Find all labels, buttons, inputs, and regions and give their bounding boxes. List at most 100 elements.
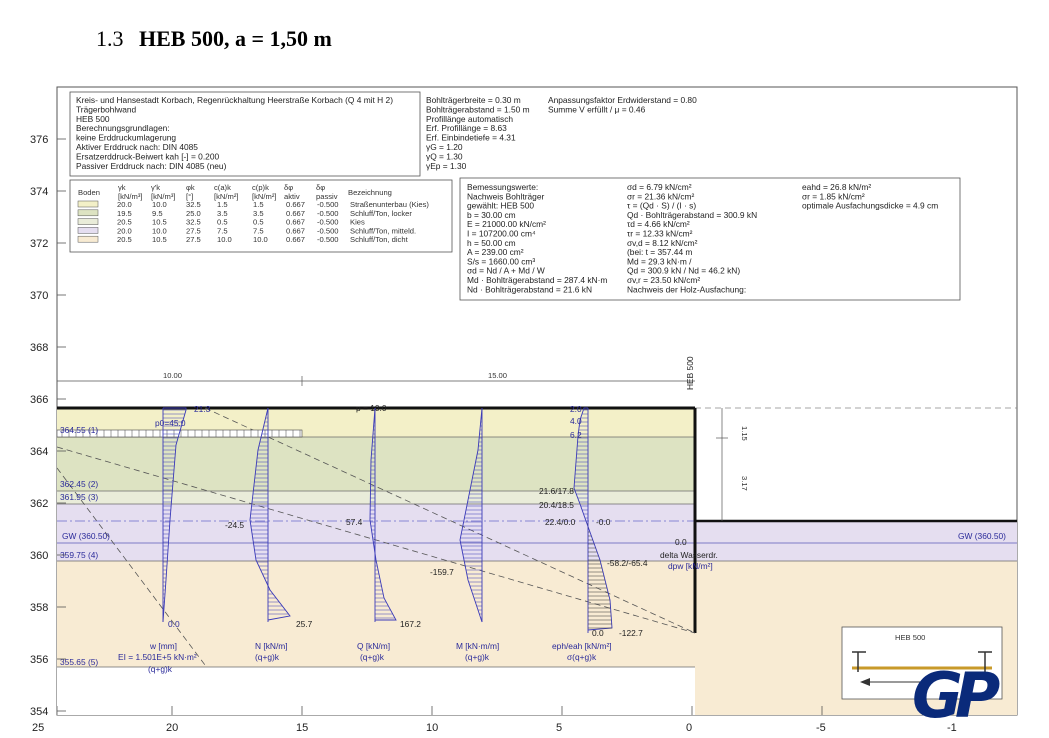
soil-color-swatch	[77, 209, 99, 217]
soil-header: δφ	[284, 183, 293, 192]
info-mid-line: γEp = 1.30	[426, 161, 467, 171]
e-value-2: 4.0	[570, 416, 582, 426]
caption-q: Q [kN/m]	[357, 641, 390, 651]
soil-cell: Schluff/Ton, mitteld.	[350, 226, 416, 235]
soil-cell: 19.5	[117, 209, 132, 218]
e-value-8: -58.2/-65.4	[607, 558, 648, 568]
soil-cell: 1.5	[253, 200, 264, 209]
soil-cell: -0.500	[317, 226, 339, 235]
wall-label: HEB 500	[685, 356, 695, 390]
caption-w-sub: (q+g)k	[148, 664, 173, 674]
soil-cell: 7.5	[253, 226, 264, 235]
y-tick-label: 374	[30, 186, 48, 198]
caption-e: eph/eah [kN/m²]	[552, 641, 612, 651]
soil-cell: 7.5	[217, 226, 228, 235]
n-mid-value: -24.5	[225, 520, 244, 530]
soil-color-swatch	[77, 235, 99, 243]
soil-cell: 20.0	[117, 200, 132, 209]
caption-e-sub: σ(q+g)k	[567, 652, 597, 662]
dim-10: 10.00	[163, 371, 182, 380]
x-tick-label: 15	[296, 722, 308, 734]
soil-cell: 0.667	[286, 209, 305, 218]
design-col2-line: Nachweis der Holz-Ausfachung:	[627, 284, 746, 294]
soil-header: c(p)k	[252, 183, 269, 192]
caption-delta: delta Wasserdr.	[660, 550, 718, 560]
soil-cell: 10.5	[152, 218, 167, 227]
e-value-3: 6.2	[570, 430, 582, 440]
soil-cell: 3.5	[253, 209, 264, 218]
soil-cell: 0.667	[286, 235, 305, 244]
caption-q-sub: (q+g)k	[360, 652, 385, 662]
soil-cell: 3.5	[217, 209, 228, 218]
soil-cell: 0.667	[286, 218, 305, 227]
y-tick-label: 372	[30, 238, 48, 250]
e-value-4: 21.6/17.8	[539, 486, 574, 496]
soil-header: φk	[186, 183, 195, 192]
y-tick-label: 356	[30, 654, 48, 666]
caption-n-sub: (q+g)k	[255, 652, 280, 662]
soil-cell: 27.5	[186, 235, 201, 244]
soil-cell: -0.500	[317, 209, 339, 218]
y-tick-label: 366	[30, 394, 48, 406]
caption-dpw: dpw [kN/m²]	[668, 561, 713, 571]
w-top-value: 21.3	[194, 404, 211, 414]
soil-cell: 10.5	[152, 235, 167, 244]
soil-cell: 0.667	[286, 200, 305, 209]
gp-logo: GP	[912, 659, 1008, 732]
gw-label-left: GW (360.50)	[62, 531, 110, 541]
soil-color-swatch	[77, 218, 99, 225]
soil-cell: 20.5	[117, 235, 132, 244]
svg-text:GP: GP	[912, 659, 1000, 732]
soil-header: Bezeichnung	[348, 188, 392, 197]
soil-cell: 20.5	[117, 218, 132, 227]
e-value-10: -122.7	[619, 628, 643, 638]
info-left-line: Passiver Erddruck nach: DIN 4085 (neu)	[76, 161, 227, 171]
y-tick-label: 360	[30, 550, 48, 562]
soil-cell: 9.5	[152, 209, 163, 218]
soil-color-swatch	[77, 200, 99, 208]
w-bottom-value: 0.0	[168, 619, 180, 629]
soil-cell: Schluff/Ton, locker	[350, 209, 412, 218]
soil-header: γk	[118, 183, 126, 192]
y-tick-label: 368	[30, 342, 48, 354]
y-tick-label: 354	[30, 706, 48, 718]
caption-w: w [mm]	[149, 641, 177, 651]
y-tick-label: 364	[30, 446, 48, 458]
x-tick-label: 5	[556, 722, 562, 734]
zero-value: 0.0	[675, 537, 687, 547]
soil-header: δφ	[316, 183, 325, 192]
gw-label-right: GW (360.50)	[958, 531, 1006, 541]
e-value-5: 20.4/18.5	[539, 500, 574, 510]
layer-label-2: 362.45 (2)	[60, 479, 98, 489]
soil-cell: 27.5	[186, 226, 201, 235]
caption-m-sub: (q+g)k	[465, 652, 490, 662]
dim-3-17: 3.17	[740, 476, 749, 491]
soil-header: c(a)k	[214, 183, 231, 192]
soil-cell: -0.500	[317, 235, 339, 244]
info-right-line: Summe V erfüllt / μ = 0.46	[548, 104, 646, 114]
layer-label-1: 364.55 (1)	[60, 425, 98, 435]
soil-cell: Schluff/Ton, dicht	[350, 235, 409, 244]
soil-cell: 1.5	[217, 200, 228, 209]
dim-1-15: 1.15	[740, 426, 749, 441]
soil-cell: 0.5	[253, 218, 264, 227]
x-tick-label: 20	[166, 722, 178, 734]
m-bottom-value: -159.7	[430, 567, 454, 577]
soil-cell: 0.5	[217, 218, 228, 227]
x-tick-label: 10	[426, 722, 438, 734]
y-tick-label: 370	[30, 290, 48, 302]
q-bottom-value: 167.2	[400, 619, 421, 629]
soil-cell: -0.500	[317, 200, 339, 209]
x-tick-label: 0	[686, 722, 692, 734]
soil-cell: Kies	[350, 218, 365, 227]
y-tick-label: 358	[30, 602, 48, 614]
e-value-1: 2.0	[570, 404, 582, 414]
dim-15: 15.00	[488, 371, 507, 380]
inset-label: HEB 500	[895, 633, 925, 642]
soil-cell: Straßenunterbau (Kies)	[350, 200, 429, 209]
layer-label-5: 355.65 (5)	[60, 657, 98, 667]
x-tick-label: 25	[32, 722, 44, 734]
e-value-6: 22.4/0.0	[545, 517, 576, 527]
load-p: p = 10.0	[356, 403, 387, 413]
design-col3-line: optimale Ausfachungsdicke = 4.9 cm	[802, 201, 938, 211]
